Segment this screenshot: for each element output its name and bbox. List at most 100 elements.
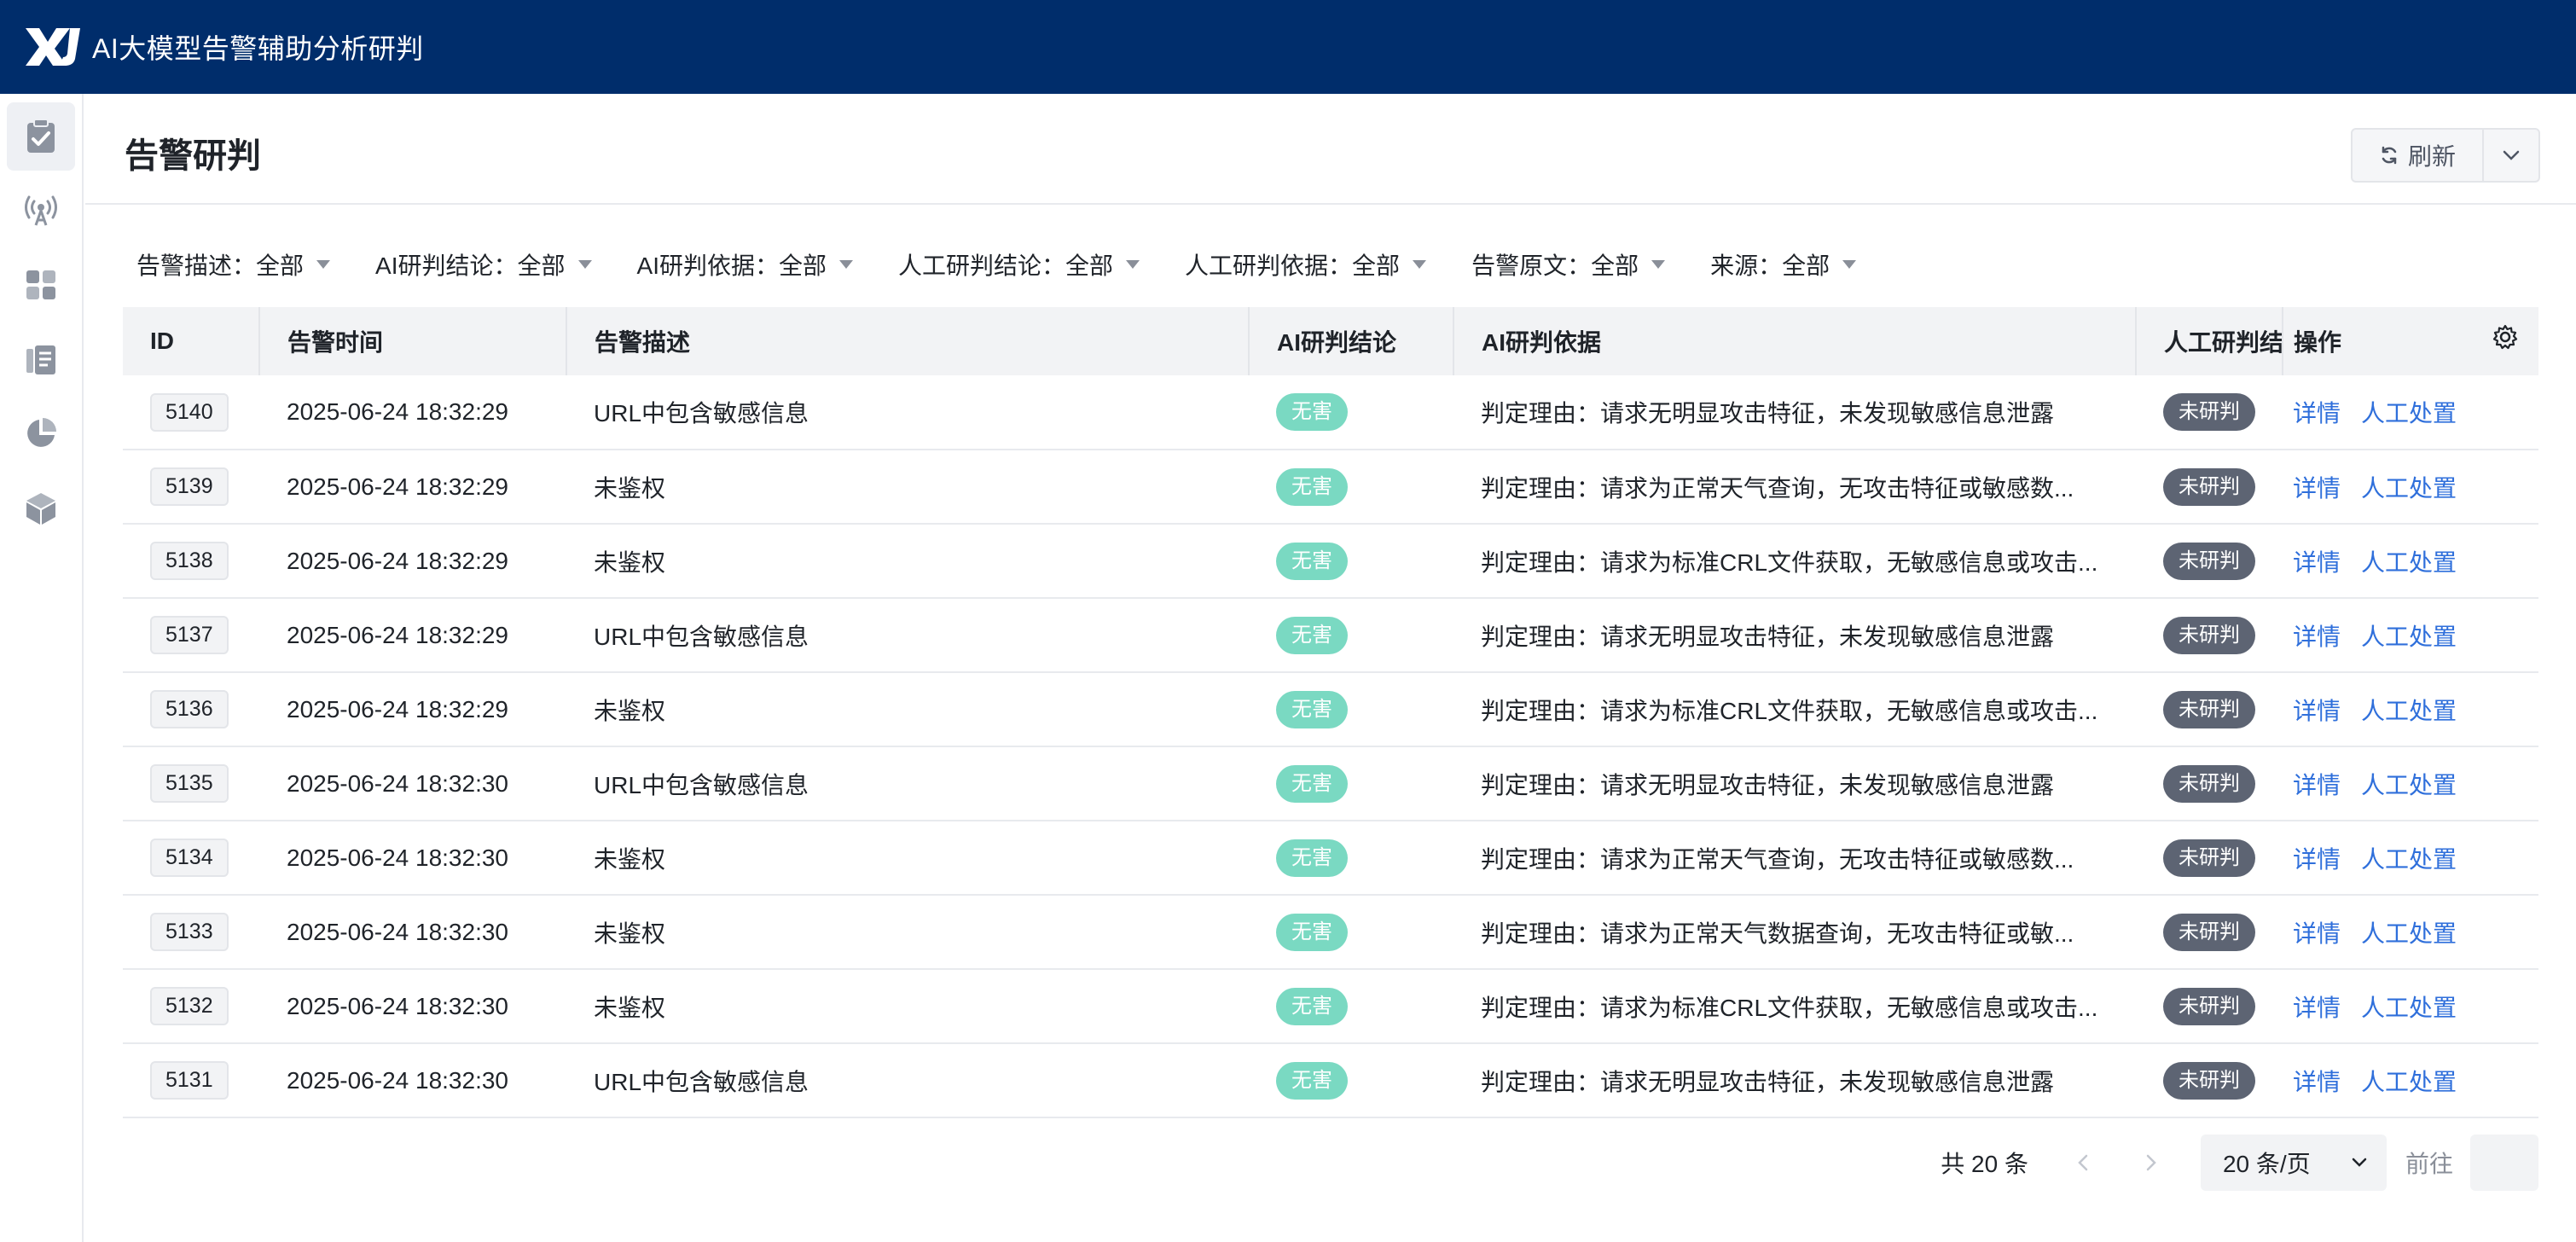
cell-human-conclusion: 未研判 xyxy=(2136,524,2283,599)
filter-alert-raw[interactable]: 告警原文： 全部 xyxy=(1471,247,1666,281)
cell-id: 5138 xyxy=(123,524,259,599)
detail-link[interactable]: 详情 xyxy=(2293,772,2341,798)
detail-link[interactable]: 详情 xyxy=(2293,920,2341,947)
manual-handle-link[interactable]: 人工处置 xyxy=(2361,549,2457,576)
filter-source[interactable]: 来源： 全部 xyxy=(1710,247,1857,281)
app-logo[interactable] xyxy=(22,23,84,71)
filter-value: 全部 xyxy=(778,252,827,279)
cell-ai-basis: 判定理由：请求无明显攻击特征，未发现敏感信息泄露 xyxy=(1453,375,2136,450)
list-document-icon xyxy=(26,345,55,374)
column-settings-button[interactable] xyxy=(2492,324,2518,356)
sidebar-item-dashboard[interactable] xyxy=(7,251,75,319)
cell-ai-conclusion: 无害 xyxy=(1249,821,1453,896)
cell-actions: 详情 人工处置 xyxy=(2283,450,2538,525)
manual-handle-link[interactable]: 人工处置 xyxy=(2361,400,2457,427)
cell-actions: 详情 人工处置 xyxy=(2283,598,2538,673)
detail-link[interactable]: 详情 xyxy=(2293,475,2341,502)
manual-handle-link[interactable]: 人工处置 xyxy=(2361,920,2457,947)
id-chip: 5131 xyxy=(150,1061,229,1100)
goto-page-input[interactable] xyxy=(2470,1135,2538,1191)
table-row: 5137 2025-06-24 18:32:29 URL中包含敏感信息 无害 判定理由：… xyxy=(123,598,2538,673)
prev-page-button[interactable] xyxy=(2059,1139,2107,1187)
manual-handle-link[interactable]: 人工处置 xyxy=(2361,846,2457,873)
human-conclusion-tag: 未研判 xyxy=(2163,764,2255,803)
manual-handle-link[interactable]: 人工处置 xyxy=(2361,624,2457,650)
manual-handle-link[interactable]: 人工处置 xyxy=(2361,698,2457,724)
human-conclusion-tag: 未研判 xyxy=(2163,542,2255,580)
detail-link[interactable]: 详情 xyxy=(2293,624,2341,650)
detail-link[interactable]: 详情 xyxy=(2293,549,2341,576)
chevron-left-icon xyxy=(2078,1154,2088,1171)
detail-link[interactable]: 详情 xyxy=(2293,1069,2341,1095)
column-header-id: ID xyxy=(123,307,260,375)
table-header-row: ID 告警时间 告警描述 AI研判结论 AI研判依据 人工研判结 操作 xyxy=(123,307,2538,375)
refresh-dropdown-toggle[interactable] xyxy=(2484,130,2538,181)
pagination-total: 共 20 条 xyxy=(1941,1151,2028,1177)
sidebar-item-reports[interactable] xyxy=(7,326,75,394)
filter-ai-conclusion[interactable]: AI研判结论： 全部 xyxy=(375,247,592,281)
sidebar-item-assets[interactable] xyxy=(7,474,75,543)
detail-link[interactable]: 详情 xyxy=(2293,698,2341,724)
id-chip: 5135 xyxy=(150,764,229,803)
cell-id: 5137 xyxy=(123,598,259,673)
human-conclusion-tag: 未研判 xyxy=(2163,467,2255,506)
cell-ai-basis: 判定理由：请求无明显攻击特征，未发现敏感信息泄露 xyxy=(1453,1043,2136,1118)
filter-label: 来源： xyxy=(1710,252,1783,279)
table-row: 5136 2025-06-24 18:32:29 未鉴权 无害 判定理由：请求为标准CR… xyxy=(123,672,2538,747)
filter-value: 全部 xyxy=(1065,252,1114,279)
pagination: 共 20 条 20 条/页 前往 xyxy=(85,1133,2538,1193)
cell-time: 2025-06-24 18:32:30 xyxy=(259,746,566,821)
page-size-select[interactable]: 20 条/页 xyxy=(2200,1135,2387,1191)
page-title: 告警研判 xyxy=(125,137,261,175)
cell-ai-basis: 判定理由：请求为标准CRL文件获取，无敏感信息或攻击... xyxy=(1453,524,2136,599)
cell-ai-conclusion: 无害 xyxy=(1249,895,1453,970)
cell-ai-conclusion: 无害 xyxy=(1249,375,1453,450)
cell-ai-basis: 判定理由：请求为标准CRL文件获取，无敏感信息或攻击... xyxy=(1453,672,2136,747)
column-header-description: 告警描述 xyxy=(566,307,1250,375)
filter-label: AI研判结论： xyxy=(375,252,518,279)
cell-actions: 详情 人工处置 xyxy=(2283,524,2538,599)
cell-ai-basis: 判定理由：请求为标准CRL文件获取，无敏感信息或攻击... xyxy=(1453,969,2136,1044)
cell-human-conclusion: 未研判 xyxy=(2136,450,2283,525)
ai-conclusion-tag: 无害 xyxy=(1276,542,1348,580)
table-row: 5139 2025-06-24 18:32:29 未鉴权 无害 判定理由：请求为正常天气… xyxy=(123,450,2538,525)
filter-human-conclusion[interactable]: 人工研判结论： 全部 xyxy=(898,247,1140,281)
filter-alert-description[interactable]: 告警描述： 全部 xyxy=(136,247,331,281)
cell-id: 5136 xyxy=(123,672,259,747)
refresh-button[interactable]: 刷新 xyxy=(2353,130,2484,181)
ai-conclusion-tag: 无害 xyxy=(1276,616,1348,654)
cell-description: URL中包含敏感信息 xyxy=(566,1043,1249,1118)
sidebar-item-alert-review[interactable] xyxy=(7,102,75,171)
sidebar-item-statistics[interactable] xyxy=(7,399,75,467)
table-row: 5131 2025-06-24 18:32:30 URL中包含敏感信息 无害 判定理由：… xyxy=(123,1043,2538,1118)
cell-human-conclusion: 未研判 xyxy=(2136,821,2283,896)
page-header: 告警研判 刷新 xyxy=(85,94,2576,205)
manual-handle-link[interactable]: 人工处置 xyxy=(2361,772,2457,798)
cell-ai-conclusion: 无害 xyxy=(1249,672,1453,747)
cell-id: 5133 xyxy=(123,895,259,970)
cell-ai-conclusion: 无害 xyxy=(1249,524,1453,599)
cell-time: 2025-06-24 18:32:30 xyxy=(259,1043,566,1118)
detail-link[interactable]: 详情 xyxy=(2293,400,2341,427)
human-conclusion-tag: 未研判 xyxy=(2163,839,2255,877)
cell-description: URL中包含敏感信息 xyxy=(566,746,1249,821)
filter-human-basis[interactable]: 人工研判依据： 全部 xyxy=(1185,247,1427,281)
cell-actions: 详情 人工处置 xyxy=(2283,375,2538,450)
human-conclusion-tag: 未研判 xyxy=(2163,987,2255,1025)
manual-handle-link[interactable]: 人工处置 xyxy=(2361,995,2457,1021)
ai-conclusion-tag: 无害 xyxy=(1276,913,1348,951)
detail-link[interactable]: 详情 xyxy=(2293,846,2341,873)
cell-description: 未鉴权 xyxy=(566,524,1249,599)
filter-ai-basis[interactable]: AI研判依据： 全部 xyxy=(637,247,854,281)
caret-down-icon xyxy=(1126,260,1140,269)
manual-handle-link[interactable]: 人工处置 xyxy=(2361,1069,2457,1095)
caret-down-icon xyxy=(577,260,592,269)
cell-ai-conclusion: 无害 xyxy=(1249,598,1453,673)
cell-description: 未鉴权 xyxy=(566,895,1249,970)
detail-link[interactable]: 详情 xyxy=(2293,995,2341,1021)
cell-description: URL中包含敏感信息 xyxy=(566,375,1249,450)
caret-down-icon xyxy=(839,260,853,269)
manual-handle-link[interactable]: 人工处置 xyxy=(2361,475,2457,502)
next-page-button[interactable] xyxy=(2127,1139,2175,1187)
sidebar-item-monitor[interactable] xyxy=(7,176,75,244)
